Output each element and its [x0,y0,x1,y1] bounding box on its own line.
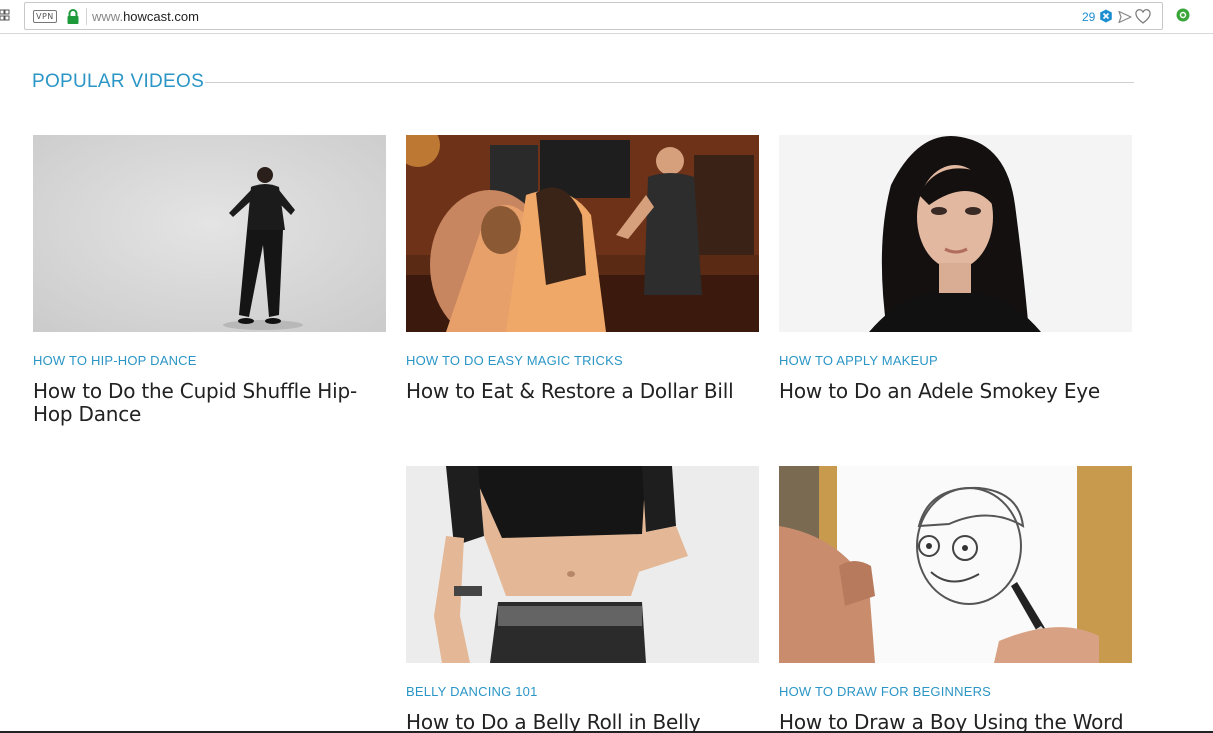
section-header: POPULAR VIDEOS [32,71,1134,95]
address-separator [86,8,87,25]
makeup-thumbnail-image [779,135,1132,332]
section-title: POPULAR VIDEOS [32,71,205,92]
video-title[interactable]: How to Eat & Restore a Dollar Bill [406,380,759,403]
video-title[interactable]: How to Do an Adele Smokey Eye [779,380,1132,403]
video-card[interactable]: HOW TO HIP-HOP DANCE How to Do the Cupid… [33,135,386,426]
url-prefix: www. [92,9,124,24]
ad-block-count: 29 [1082,10,1096,24]
address-bar[interactable]: VPN www.howcast.com 29 [24,2,1163,30]
video-category[interactable]: HOW TO DO EASY MAGIC TRICKS [406,353,623,369]
extension-icon[interactable] [1176,8,1190,22]
drawing-thumbnail-image [779,466,1132,663]
heart-icon[interactable] [1135,9,1151,25]
belly-dance-thumbnail-image [406,466,759,663]
video-thumbnail[interactable] [406,135,759,332]
send-icon[interactable] [1118,10,1132,24]
ad-blocker-icon[interactable] [1099,9,1113,23]
video-card[interactable]: HOW TO DO EASY MAGIC TRICKS How to Eat &… [406,135,759,403]
video-thumbnail[interactable] [406,466,759,663]
video-title[interactable]: How to Draw a Boy Using the Word [779,711,1132,733]
video-card[interactable]: HOW TO APPLY MAKEUP How to Do an Adele S… [779,135,1132,403]
video-category[interactable]: HOW TO APPLY MAKEUP [779,353,938,369]
dancer-thumbnail-image [33,135,386,332]
section-divider [205,82,1134,83]
video-card[interactable]: HOW TO DRAW FOR BEGINNERS How to Draw a … [779,466,1132,733]
url-text[interactable]: www.howcast.com [92,9,199,25]
vpn-badge[interactable]: VPN [33,10,57,23]
video-category[interactable]: HOW TO DRAW FOR BEGINNERS [779,684,991,700]
video-title[interactable]: How to Do a Belly Roll in Belly [406,711,759,733]
magic-trick-thumbnail-image [406,135,759,332]
video-card[interactable]: BELLY DANCING 101 How to Do a Belly Roll… [406,466,759,733]
url-domain: howcast.com [123,9,199,24]
video-thumbnail[interactable] [33,135,386,332]
video-category[interactable]: HOW TO HIP-HOP DANCE [33,353,197,369]
lock-icon[interactable] [66,9,80,25]
grid-icon[interactable] [0,9,10,21]
browser-toolbar: VPN www.howcast.com 29 [0,0,1213,34]
video-category[interactable]: BELLY DANCING 101 [406,684,538,700]
video-thumbnail[interactable] [779,466,1132,663]
video-title[interactable]: How to Do the Cupid Shuffle Hip-Hop Danc… [33,380,386,426]
video-thumbnail[interactable] [779,135,1132,332]
